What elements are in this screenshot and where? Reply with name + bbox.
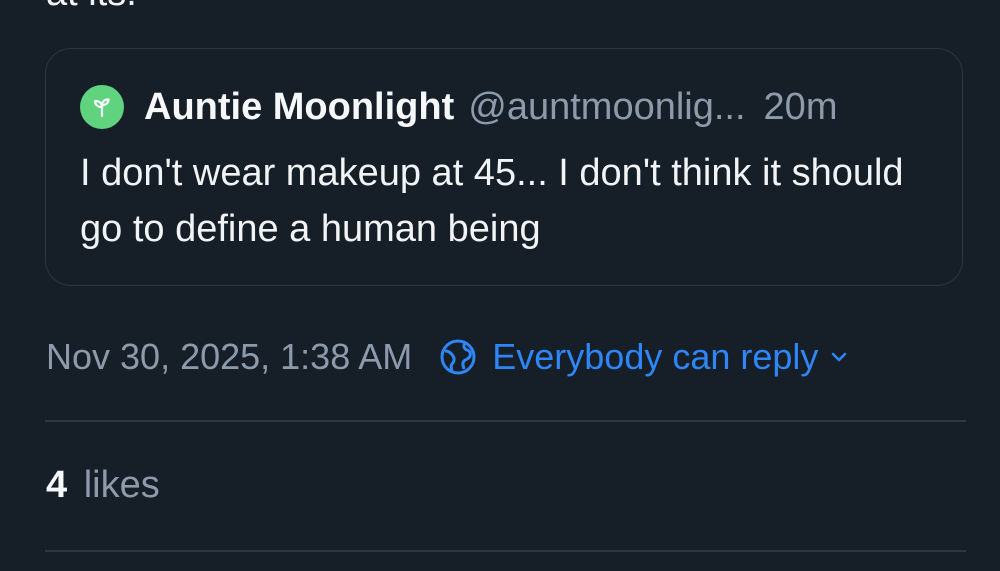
globe-icon xyxy=(438,337,478,377)
quoted-post-card[interactable]: Auntie Moonlight @auntmoonlig... 20m I d… xyxy=(45,48,963,286)
avatar[interactable] xyxy=(80,85,124,129)
post-timestamp: Nov 30, 2025, 1:38 AM xyxy=(46,336,413,377)
chevron-down-icon xyxy=(830,348,848,366)
likes-button[interactable]: 4 likes xyxy=(46,464,160,507)
quoted-post-time: 20m xyxy=(763,85,838,128)
quoted-author-handle: @auntmoonlig... xyxy=(468,85,746,128)
post-meta-row: Nov 30, 2025, 1:38 AM Everybody can repl… xyxy=(46,336,848,378)
quoted-post-header: Auntie Moonlight @auntmoonlig... 20m xyxy=(80,85,837,129)
quoted-post-text: I don't wear makeup at 45... I don't thi… xyxy=(80,152,904,250)
divider xyxy=(45,550,966,552)
likes-count: 4 xyxy=(46,464,68,506)
quoted-author-name[interactable]: Auntie Moonlight xyxy=(144,86,454,129)
sprout-icon xyxy=(93,98,110,118)
divider xyxy=(45,420,966,422)
reply-setting-label: Everybody can reply xyxy=(492,336,819,377)
likes-label: likes xyxy=(83,464,160,506)
reply-setting-button[interactable]: Everybody can reply xyxy=(438,336,848,378)
post-text-cutoff: at its. xyxy=(46,0,137,12)
